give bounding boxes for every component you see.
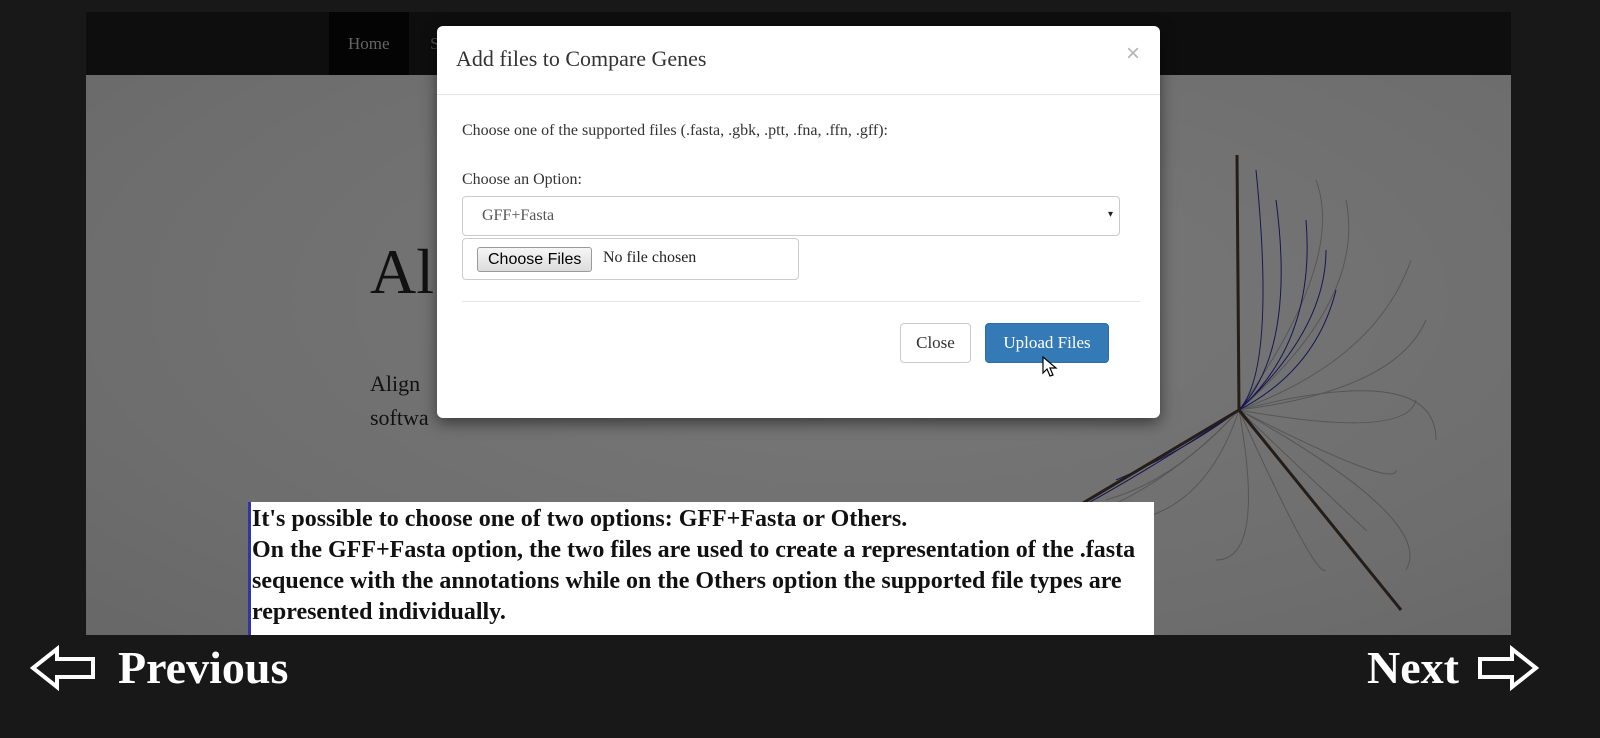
chevron-down-icon: ▾ <box>1107 209 1113 220</box>
file-input[interactable]: Choose Files No file chosen <box>462 238 799 280</box>
file-status: No file chosen <box>603 249 697 266</box>
option-select-value: GFF+Fasta <box>482 207 555 224</box>
previous-label: Previous <box>118 642 289 693</box>
arrow-right-icon <box>1478 645 1539 691</box>
next-button[interactable]: Next <box>1367 642 1539 695</box>
close-button[interactable]: Close <box>900 323 971 363</box>
caption-line-1: It's possible to choose one of two optio… <box>252 506 908 532</box>
supported-files-text: Choose one of the supported files (.fast… <box>462 122 888 139</box>
modal-divider <box>462 301 1140 302</box>
next-label: Next <box>1367 642 1459 693</box>
tutorial-caption: It's possible to choose one of two optio… <box>248 502 1154 635</box>
modal-header: Add files to Compare Genes × <box>437 26 1160 95</box>
mouse-pointer-icon <box>1042 355 1058 383</box>
close-icon[interactable]: × <box>1126 40 1140 68</box>
arrow-left-icon <box>30 645 95 691</box>
choose-files-button[interactable]: Choose Files <box>477 247 593 272</box>
modal-title: Add files to Compare Genes <box>456 46 707 71</box>
option-select[interactable]: GFF+Fasta ▾ <box>462 196 1120 236</box>
option-label: Choose an Option: <box>462 171 582 188</box>
caption-line-2: On the GFF+Fasta option, the two files a… <box>252 537 1136 625</box>
